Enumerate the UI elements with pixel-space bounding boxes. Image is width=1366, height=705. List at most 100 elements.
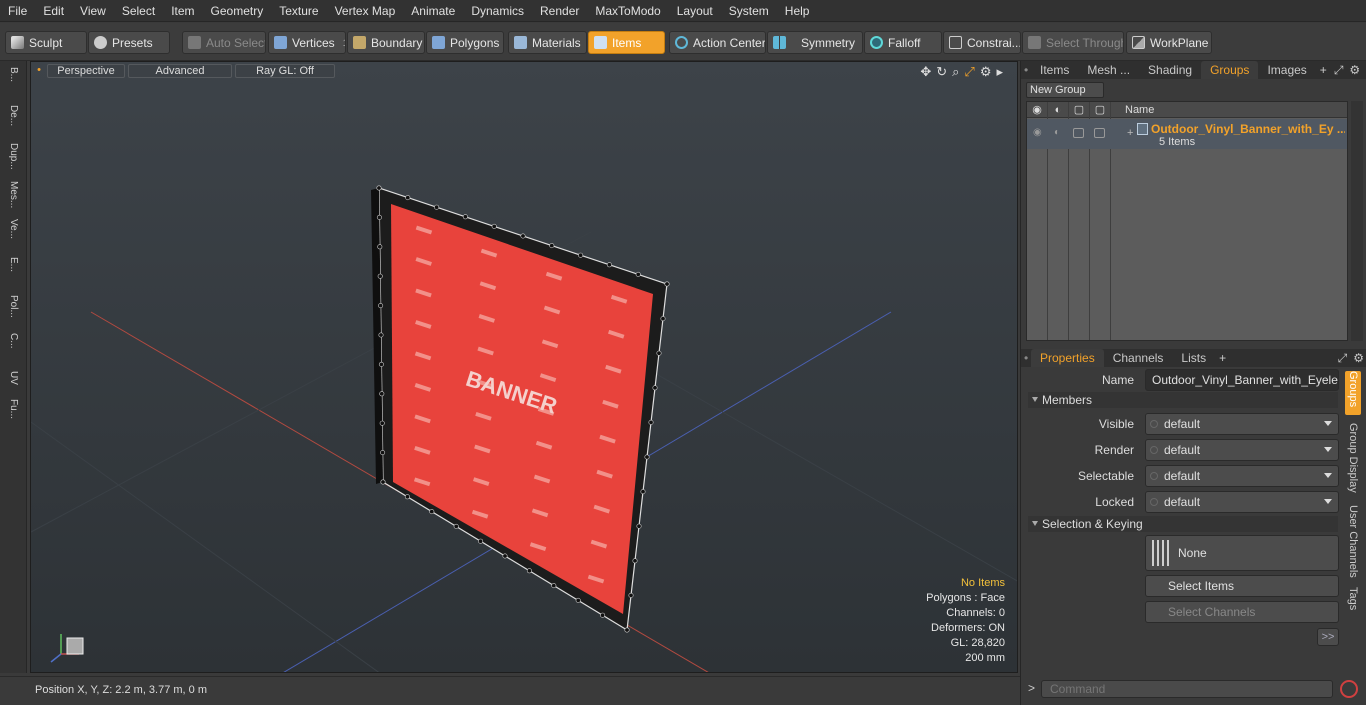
side-tab-user-channels[interactable]: User Channels — [1345, 505, 1361, 579]
side-tab-tags[interactable]: Tags — [1345, 587, 1361, 617]
left-tab-4[interactable]: Ve... — [5, 219, 21, 253]
record-icon[interactable] — [1340, 680, 1358, 698]
left-tab-0[interactable]: B... — [5, 67, 21, 101]
play-arrow-icon[interactable]: ▸ — [996, 64, 1003, 80]
row-lock-toggle[interactable] — [1094, 128, 1105, 138]
select-channels-button[interactable]: Select Channels — [1145, 601, 1339, 623]
perspective-dropdown[interactable]: Perspective — [47, 64, 125, 78]
group-list[interactable]: ◉ ◐ ▢ ▢ Name ◉ ◐ + Outdoor_Vinyl_Banner_… — [1026, 101, 1348, 341]
menu-edit[interactable]: Edit — [35, 0, 72, 22]
left-tab-1[interactable]: De... — [5, 105, 21, 139]
add-tab-icon[interactable]: + — [1316, 61, 1331, 79]
menu-animate[interactable]: Animate — [403, 0, 463, 22]
row-select-toggle[interactable] — [1073, 128, 1084, 138]
raygl-dropdown[interactable]: Ray GL: Off — [235, 64, 335, 78]
render-dropdown[interactable]: default — [1145, 439, 1339, 461]
side-tab-groups[interactable]: Groups — [1345, 371, 1361, 415]
eyelet — [378, 361, 384, 367]
add-properties-tab-icon[interactable]: + — [1215, 349, 1230, 367]
symmetry-button[interactable]: Symmetry — [767, 31, 863, 54]
selection-keying-section[interactable]: Selection & Keying — [1028, 516, 1338, 532]
left-tab-3[interactable]: Mes... — [5, 181, 21, 215]
menu-texture[interactable]: Texture — [271, 0, 326, 22]
expand-icon[interactable]: ⤢ — [1331, 61, 1347, 79]
selectable-dropdown[interactable]: default — [1145, 465, 1339, 487]
3d-viewport[interactable]: BANNER • Perspective Advanced Ray GL: Of… — [30, 61, 1018, 673]
materials-button[interactable]: Materials — [508, 31, 587, 54]
gear-icon[interactable]: ⚙ — [980, 64, 992, 80]
row-render-icon[interactable]: ◐ — [1054, 127, 1060, 138]
rotate-icon[interactable]: ↻ — [936, 64, 947, 80]
menu-vertex-map[interactable]: Vertex Map — [327, 0, 404, 22]
eyelet — [656, 350, 662, 356]
menu-help[interactable]: Help — [777, 0, 818, 22]
cube-icon[interactable]: ▢ — [1069, 101, 1090, 118]
new-group-button[interactable]: New Group — [1026, 82, 1104, 98]
menu-view[interactable]: View — [72, 0, 114, 22]
auto-select-button[interactable]: Auto Select — [182, 31, 266, 54]
sculpt-button[interactable]: Sculpt — [5, 31, 87, 54]
boundary-button[interactable]: Boundary — [347, 31, 425, 54]
vertices-button[interactable]: Vertices 1 — [268, 31, 346, 54]
left-tab-8[interactable]: UV — [5, 371, 21, 395]
members-section[interactable]: Members — [1028, 392, 1338, 408]
visible-dropdown[interactable]: default — [1145, 413, 1339, 435]
left-tab-7[interactable]: C... — [5, 333, 21, 367]
eye-icon[interactable]: ◉ — [1027, 101, 1048, 118]
polygons-button[interactable]: Polygons — [426, 31, 504, 54]
none-button[interactable]: None — [1145, 535, 1339, 571]
menu-layout[interactable]: Layout — [669, 0, 721, 22]
name-field[interactable]: Outdoor_Vinyl_Banner_with_Eyelets_ — [1145, 369, 1339, 391]
items-button[interactable]: Items — [588, 31, 665, 54]
tab-properties[interactable]: Properties — [1031, 349, 1104, 367]
render-icon[interactable]: ◐ — [1048, 101, 1069, 118]
advanced-dropdown[interactable]: Advanced — [128, 64, 232, 78]
expand-plus-icon[interactable]: + — [1127, 127, 1133, 139]
tab-channels[interactable]: Channels — [1104, 349, 1173, 367]
properties-gear-icon[interactable]: ⚙ — [1350, 349, 1366, 367]
falloff-button[interactable]: Falloff — [864, 31, 942, 54]
selectable-dot-icon — [1150, 472, 1158, 480]
left-tab-9[interactable]: Fu... — [5, 399, 21, 433]
tab-items[interactable]: Items — [1031, 61, 1078, 79]
boundary-icon — [353, 36, 366, 49]
group-row[interactable]: ◉ ◐ + Outdoor_Vinyl_Banner_with_Ey ... 5… — [1027, 119, 1347, 149]
left-tab-5[interactable]: E... — [5, 257, 21, 291]
menu-item[interactable]: Item — [163, 0, 202, 22]
constraints-button[interactable]: Constrai... — [943, 31, 1021, 54]
properties-expand-icon[interactable]: ⤢ — [1335, 349, 1351, 367]
menu-select[interactable]: Select — [114, 0, 163, 22]
menu-file[interactable]: File — [0, 0, 35, 22]
menu-geometry[interactable]: Geometry — [203, 0, 272, 22]
side-tab-group-display[interactable]: Group Display — [1345, 423, 1361, 499]
group-list-scrollbar[interactable] — [1351, 101, 1363, 341]
tab-lists[interactable]: Lists — [1172, 349, 1215, 367]
menu-dynamics[interactable]: Dynamics — [463, 0, 532, 22]
menu-system[interactable]: System — [721, 0, 777, 22]
workplane-button[interactable]: WorkPlane — [1126, 31, 1212, 54]
viewport-scene[interactable]: BANNER — [31, 62, 1018, 673]
move-icon[interactable]: ✥ — [920, 64, 931, 80]
panel-gear-icon[interactable]: ⚙ — [1346, 61, 1363, 79]
more-button[interactable]: >> — [1317, 628, 1339, 646]
locked-dropdown[interactable]: default — [1145, 491, 1339, 513]
viewport-menu-dot[interactable]: • — [35, 64, 43, 78]
menu-render[interactable]: Render — [532, 0, 587, 22]
tab-mesh[interactable]: Mesh ... — [1078, 61, 1139, 79]
maximize-icon[interactable]: ⤢ — [964, 64, 974, 80]
left-tab-2[interactable]: Dup... — [5, 143, 21, 177]
tab-images[interactable]: Images — [1258, 61, 1315, 79]
lock-icon[interactable]: ▢ — [1090, 101, 1111, 118]
selection-keying-label: Selection & Keying — [1042, 517, 1143, 531]
tab-shading[interactable]: Shading — [1139, 61, 1201, 79]
menu-maxtomodo[interactable]: MaxToModo — [587, 0, 668, 22]
action-center-button[interactable]: Action Center — [669, 31, 766, 54]
command-input[interactable] — [1041, 680, 1333, 698]
row-eye-icon[interactable]: ◉ — [1033, 127, 1042, 138]
select-items-button[interactable]: Select Items — [1145, 575, 1339, 597]
left-tab-6[interactable]: Pol... — [5, 295, 21, 329]
tab-groups[interactable]: Groups — [1201, 61, 1259, 79]
select-through-button[interactable]: Select Through — [1022, 31, 1124, 54]
zoom-icon[interactable]: ⌕ — [952, 64, 959, 80]
presets-button[interactable]: Presets — [88, 31, 170, 54]
